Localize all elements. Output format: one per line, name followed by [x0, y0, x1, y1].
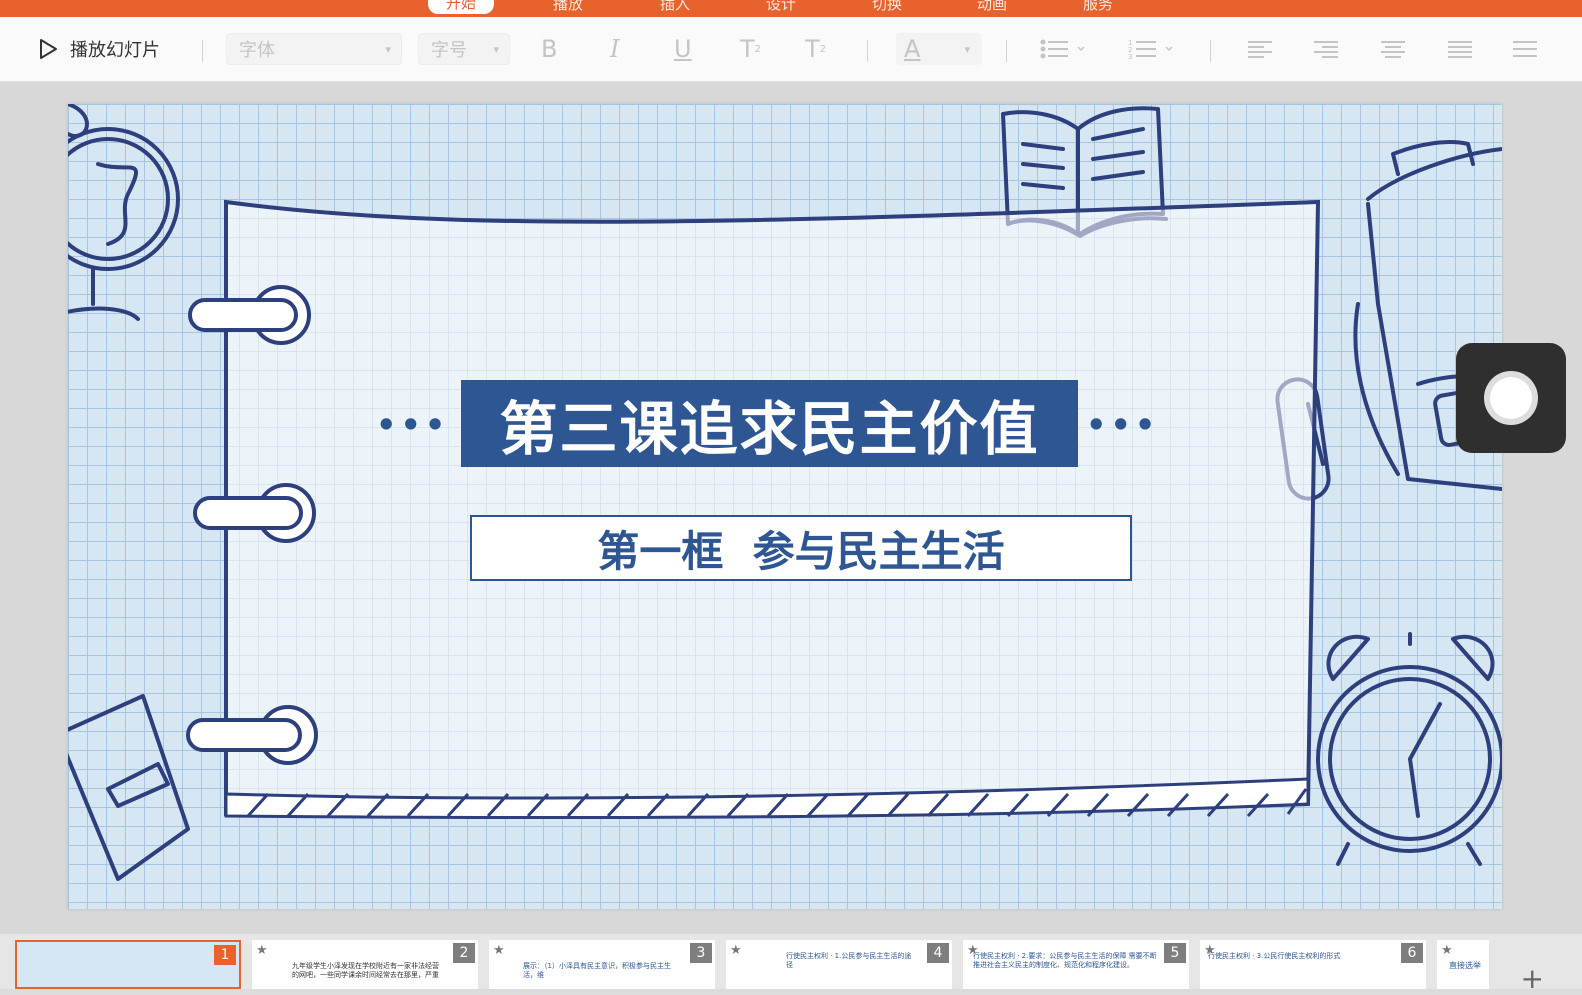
paper-sheet	[224, 199, 1321, 820]
thumbnail-slide-1[interactable]: 1	[15, 940, 241, 989]
italic-button[interactable]: I	[610, 33, 619, 65]
add-slide-button[interactable]: +	[1521, 962, 1544, 995]
tab-transition[interactable]: 切换	[872, 0, 902, 14]
distributed-align-icon	[1513, 41, 1537, 57]
floating-assistive-button[interactable]	[1456, 343, 1566, 453]
thumbnail-text: 行使民主权利 · 1.公民参与民主生活的途径	[786, 952, 912, 969]
divider	[867, 40, 868, 62]
tab-play[interactable]: 播放	[553, 0, 583, 14]
thumbnail-text: 行使民主权利 · 2.要求：公民参与民主生活的保障 需要不断推进社会主义民主的制…	[973, 952, 1157, 969]
numbered-list-button[interactable]: 123	[1128, 33, 1174, 65]
slide-thumbnail-strip: 1 ★ 九年级学生小泽发现在学校附近有一家非法经营的网吧，一些同学课余时间经常去…	[0, 934, 1582, 989]
thumbnail-slide-6[interactable]: ★ 行使民主权利 · 3.公民行使民主权利的形式 6	[1200, 940, 1426, 989]
bullet-list-button[interactable]	[1040, 33, 1086, 65]
star-icon: ★	[1441, 943, 1453, 958]
divider	[202, 40, 203, 62]
distributed-align-button[interactable]	[1512, 33, 1538, 65]
tab-insert[interactable]: 插入	[660, 0, 690, 14]
star-icon: ★	[730, 943, 742, 958]
star-icon: ★	[493, 943, 505, 958]
subscript-icon: T	[805, 35, 820, 63]
align-center-icon	[1381, 41, 1405, 58]
title-dots-right: •••	[1086, 406, 1160, 444]
title-dots-left: •••	[376, 406, 450, 444]
align-left-icon	[1248, 41, 1272, 58]
slide-title[interactable]: 第三课追求民主价值	[461, 380, 1078, 467]
underline-button[interactable]: U	[674, 33, 692, 65]
tab-service[interactable]: 服务	[1083, 0, 1113, 14]
thumbnail-text: 展示：（1）小泽具有民主意识，积极参与民主生活，维	[523, 962, 671, 979]
tab-design[interactable]: 设计	[766, 0, 796, 14]
justify-button[interactable]	[1447, 33, 1473, 65]
numbered-list-icon: 123	[1128, 39, 1173, 61]
alarm-clock-icon	[1316, 632, 1502, 866]
thumbnail-text: 九年级学生小泽发现在学校附近有一家非法经营的网吧，一些同学课余时间经常去在那里，…	[292, 962, 439, 979]
thumbnail-text: 行使民主权利 · 3.公民行使民主权利的形式	[1208, 952, 1341, 960]
svg-text:3: 3	[1128, 53, 1132, 61]
align-center-button[interactable]	[1380, 33, 1406, 65]
font-family-placeholder: 字体	[239, 40, 275, 61]
align-left-button[interactable]	[1247, 33, 1273, 65]
bullet-list-icon	[1040, 39, 1085, 59]
notebook-icon	[68, 694, 190, 881]
font-size-select[interactable]: 字号 ▾	[418, 33, 510, 65]
slide-illustrations	[68, 104, 1502, 881]
slide-subtitle[interactable]: 第一框 参与民主生活	[470, 515, 1132, 581]
thumbnail-slide-7[interactable]: ★ 直接选举	[1437, 940, 1489, 989]
formatting-toolbar: 播放幻灯片 字体 ▾ 字号 ▾ B I U T2 T2 A ▾ 123	[0, 17, 1582, 82]
assistive-dot-icon	[1490, 377, 1532, 419]
font-color-button[interactable]: A ▾	[896, 33, 982, 65]
align-right-button[interactable]	[1313, 33, 1339, 65]
thumbnail-slide-2[interactable]: ★ 九年级学生小泽发现在学校附近有一家非法经营的网吧，一些同学课余时间经常去在那…	[252, 940, 478, 989]
thumbnail-slide-4[interactable]: ★ 行使民主权利 · 1.公民参与民主生活的途径 4	[726, 940, 952, 989]
play-slideshow-button[interactable]: 播放幻灯片	[36, 33, 160, 65]
chevron-down-icon: ▾	[385, 42, 391, 56]
superscript-button[interactable]: T2	[740, 33, 761, 65]
divider	[1210, 40, 1211, 62]
thumbnail-slide-3[interactable]: ★ 展示：（1）小泽具有民主意识，积极参与民主生活，维 3	[489, 940, 715, 989]
italic-icon: I	[610, 35, 620, 63]
font-size-placeholder: 字号	[431, 40, 467, 61]
chevron-down-icon: ▾	[964, 42, 970, 56]
superscript-icon: T	[740, 35, 755, 63]
play-slideshow-label: 播放幻灯片	[70, 40, 160, 61]
thumbnail-number: 3	[690, 943, 712, 963]
bold-icon: B	[541, 35, 558, 63]
globe-icon	[68, 104, 180, 321]
plus-icon: +	[1520, 962, 1544, 995]
thumbnail-number: 5	[1164, 943, 1186, 963]
current-slide[interactable]: ••• •••	[68, 104, 1502, 909]
chevron-down-icon: ▾	[493, 42, 499, 56]
star-icon: ★	[256, 943, 268, 958]
thumbnail-number: 6	[1401, 943, 1423, 963]
font-color-icon: A	[904, 35, 921, 63]
divider	[1006, 40, 1007, 62]
thumbnail-number: 4	[927, 943, 949, 963]
thumbnail-number: 2	[453, 943, 475, 963]
play-icon	[40, 39, 57, 59]
tab-animation[interactable]: 动画	[977, 0, 1007, 14]
thumbnail-text: 直接选举	[1449, 961, 1481, 970]
subscript-button[interactable]: T2	[805, 33, 826, 65]
thumbnail-slide-5[interactable]: ★ 行使民主权利 · 2.要求：公民参与民主生活的保障 需要不断推进社会主义民主…	[963, 940, 1189, 989]
font-family-select[interactable]: 字体 ▾	[226, 33, 402, 65]
bold-button[interactable]: B	[541, 33, 557, 65]
underline-icon: U	[674, 35, 692, 63]
thumbnail-number: 1	[214, 945, 236, 965]
tab-start[interactable]: 开始	[428, 0, 495, 14]
align-right-icon	[1314, 41, 1338, 58]
ribbon-tab-bar: 开始 播放 插入 设计 切换 动画 服务	[0, 0, 1582, 17]
justify-icon	[1448, 41, 1472, 58]
